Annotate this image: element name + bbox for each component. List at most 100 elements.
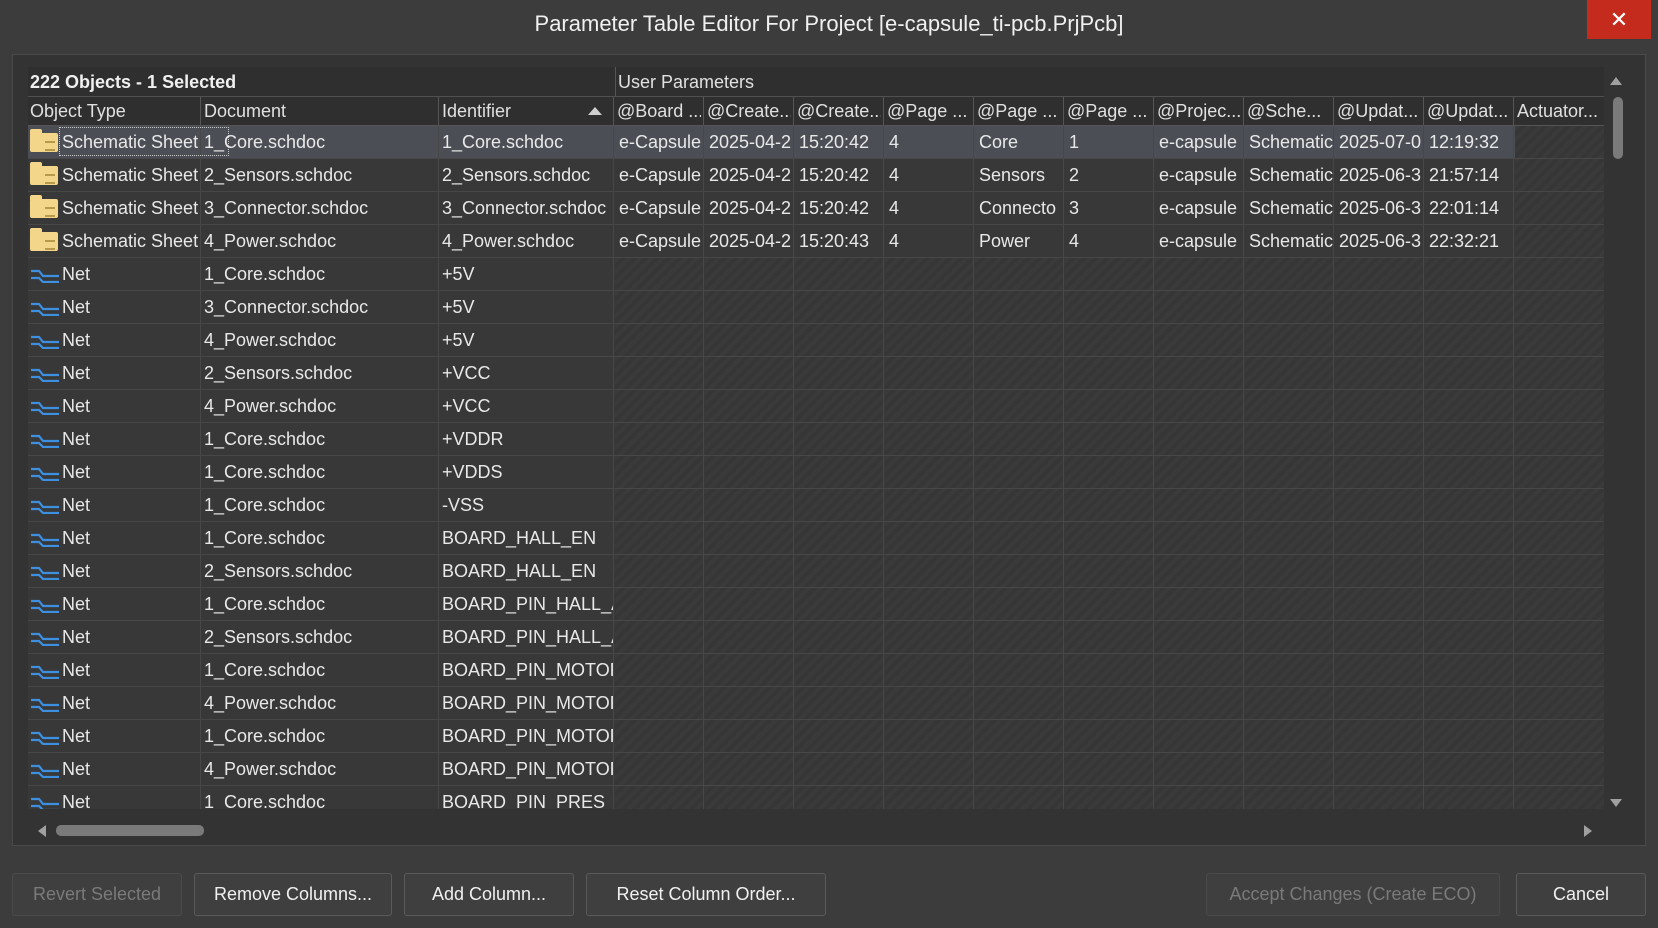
empty-parameter-cell[interactable] — [795, 456, 883, 488]
empty-parameter-cell[interactable] — [1245, 621, 1333, 653]
empty-parameter-cell[interactable] — [1065, 489, 1153, 521]
object-type-cell[interactable]: Net — [62, 720, 202, 752]
empty-parameter-cell[interactable] — [885, 555, 973, 587]
empty-parameter-cell[interactable] — [615, 687, 703, 719]
empty-parameter-cell[interactable] — [1245, 423, 1333, 455]
empty-parameter-cell[interactable] — [795, 324, 883, 356]
column-header[interactable]: Document — [204, 101, 436, 122]
empty-parameter-cell[interactable] — [1245, 687, 1333, 719]
empty-parameter-cell[interactable] — [1425, 522, 1513, 554]
parameter-cell[interactable]: e-capsule — [1159, 192, 1243, 224]
parameter-cell[interactable]: 2025-04-2 — [709, 159, 793, 191]
parameter-grid[interactable]: 222 Objects - 1 Selected User Parameters… — [28, 67, 1604, 809]
empty-parameter-cell[interactable] — [975, 654, 1063, 686]
empty-parameter-cell[interactable] — [1335, 258, 1423, 290]
empty-parameter-cell[interactable] — [975, 291, 1063, 323]
empty-parameter-cell[interactable] — [705, 786, 793, 809]
empty-parameter-cell[interactable] — [1425, 324, 1513, 356]
empty-parameter-cell[interactable] — [1425, 621, 1513, 653]
parameter-cell[interactable]: 4 — [889, 159, 973, 191]
empty-parameter-cell[interactable] — [795, 621, 883, 653]
empty-parameter-cell[interactable] — [1335, 324, 1423, 356]
empty-parameter-cell[interactable] — [1425, 753, 1513, 785]
empty-parameter-cell[interactable] — [1335, 423, 1423, 455]
empty-parameter-cell[interactable] — [1515, 225, 1604, 257]
empty-parameter-cell[interactable] — [1155, 390, 1243, 422]
empty-parameter-cell[interactable] — [1245, 324, 1333, 356]
object-type-cell[interactable]: Net — [62, 390, 202, 422]
empty-parameter-cell[interactable] — [1155, 423, 1243, 455]
empty-parameter-cell[interactable] — [705, 522, 793, 554]
parameter-cell[interactable]: Schematic — [1249, 126, 1333, 158]
identifier-cell[interactable]: BOARD_PIN_MOTOR — [442, 654, 614, 686]
object-type-cell[interactable]: Net — [62, 258, 202, 290]
empty-parameter-cell[interactable] — [975, 489, 1063, 521]
empty-parameter-cell[interactable] — [1425, 687, 1513, 719]
table-row[interactable]: Net 1_Core.schdoc +5V — [28, 258, 1604, 291]
empty-parameter-cell[interactable] — [1065, 423, 1153, 455]
empty-parameter-cell[interactable] — [705, 324, 793, 356]
empty-parameter-cell[interactable] — [1515, 621, 1604, 653]
parameter-cell[interactable]: e-capsule — [1159, 126, 1243, 158]
empty-parameter-cell[interactable] — [885, 456, 973, 488]
empty-parameter-cell[interactable] — [1425, 456, 1513, 488]
table-row[interactable]: Net 1_Core.schdoc +VDDR — [28, 423, 1604, 456]
object-type-cell[interactable]: Schematic Sheet — [62, 159, 202, 191]
empty-parameter-cell[interactable] — [1515, 192, 1604, 224]
empty-parameter-cell[interactable] — [1425, 258, 1513, 290]
empty-parameter-cell[interactable] — [1515, 159, 1604, 191]
empty-parameter-cell[interactable] — [705, 423, 793, 455]
empty-parameter-cell[interactable] — [795, 522, 883, 554]
empty-parameter-cell[interactable] — [1515, 753, 1604, 785]
empty-parameter-cell[interactable] — [705, 654, 793, 686]
column-separator[interactable] — [703, 97, 704, 125]
object-type-cell[interactable]: Net — [62, 786, 202, 809]
empty-parameter-cell[interactable] — [975, 390, 1063, 422]
revert-selected-button[interactable]: Revert Selected — [12, 873, 182, 916]
empty-parameter-cell[interactable] — [1155, 588, 1243, 620]
empty-parameter-cell[interactable] — [615, 357, 703, 389]
document-cell[interactable]: 2_Sensors.schdoc — [204, 357, 438, 389]
empty-parameter-cell[interactable] — [705, 720, 793, 752]
identifier-cell[interactable]: 4_Power.schdoc — [442, 225, 614, 257]
empty-parameter-cell[interactable] — [1065, 588, 1153, 620]
empty-parameter-cell[interactable] — [1065, 324, 1153, 356]
document-cell[interactable]: 1_Core.schdoc — [204, 456, 438, 488]
scroll-right-arrow[interactable] — [1584, 825, 1592, 837]
empty-parameter-cell[interactable] — [1515, 654, 1604, 686]
document-cell[interactable]: 1_Core.schdoc — [204, 588, 438, 620]
object-type-cell[interactable]: Schematic Sheet — [62, 225, 202, 257]
parameter-cell[interactable]: 2025-06-3 — [1339, 225, 1423, 257]
column-header[interactable]: @Projec... — [1157, 101, 1241, 122]
empty-parameter-cell[interactable] — [1335, 456, 1423, 488]
empty-parameter-cell[interactable] — [975, 720, 1063, 752]
document-cell[interactable]: 1_Core.schdoc — [204, 126, 438, 158]
empty-parameter-cell[interactable] — [885, 291, 973, 323]
column-header[interactable]: @Page ... — [1067, 101, 1151, 122]
parameter-cell[interactable]: e-Capsule — [619, 225, 703, 257]
empty-parameter-cell[interactable] — [1155, 555, 1243, 587]
identifier-cell[interactable]: +5V — [442, 258, 614, 290]
parameter-cell[interactable]: 2025-04-2 — [709, 225, 793, 257]
parameter-cell[interactable]: 1 — [1069, 126, 1153, 158]
empty-parameter-cell[interactable] — [885, 357, 973, 389]
empty-parameter-cell[interactable] — [1245, 489, 1333, 521]
empty-parameter-cell[interactable] — [705, 258, 793, 290]
column-header[interactable]: @Updat... — [1427, 101, 1511, 122]
empty-parameter-cell[interactable] — [885, 654, 973, 686]
table-row[interactable]: Schematic Sheet 1_Core.schdoc 1_Core.schdo… — [28, 126, 1604, 159]
document-cell[interactable]: 4_Power.schdoc — [204, 753, 438, 785]
empty-parameter-cell[interactable] — [1425, 555, 1513, 587]
empty-parameter-cell[interactable] — [1335, 555, 1423, 587]
empty-parameter-cell[interactable] — [1335, 753, 1423, 785]
table-row[interactable]: Net 4_Power.schdoc +VCC — [28, 390, 1604, 423]
table-row[interactable]: Net 4_Power.schdoc +5V — [28, 324, 1604, 357]
identifier-cell[interactable]: -VSS — [442, 489, 614, 521]
empty-parameter-cell[interactable] — [1065, 390, 1153, 422]
identifier-cell[interactable]: +VCC — [442, 390, 614, 422]
empty-parameter-cell[interactable] — [975, 588, 1063, 620]
empty-parameter-cell[interactable] — [615, 489, 703, 521]
empty-parameter-cell[interactable] — [1065, 786, 1153, 809]
identifier-cell[interactable]: BOARD_PIN_HALL_A — [442, 621, 614, 653]
empty-parameter-cell[interactable] — [795, 555, 883, 587]
